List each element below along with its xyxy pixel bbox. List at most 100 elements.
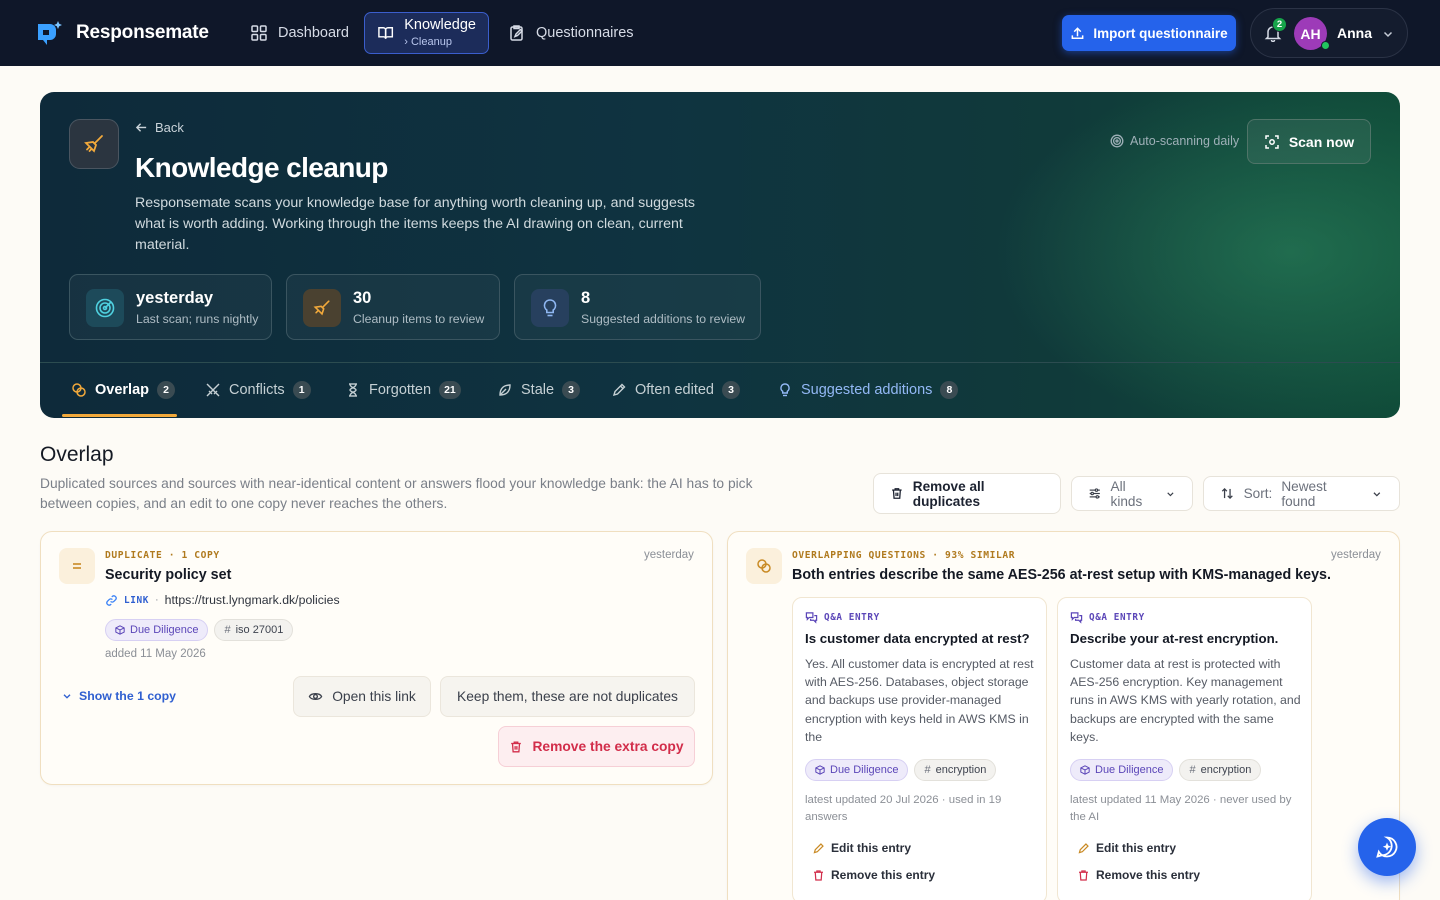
back-link[interactable]: Back	[135, 120, 184, 135]
sort-select[interactable]: Sort: Newest found	[1203, 476, 1400, 511]
source-url[interactable]: https://trust.lyngmark.dk/policies	[165, 593, 340, 607]
tab-often-edited[interactable]: Often edited 3	[611, 377, 740, 403]
pencil-icon	[1078, 842, 1089, 853]
entry-answer: Customer data at rest is protected with …	[1070, 657, 1301, 744]
active-tab-indicator	[62, 414, 177, 417]
sort-label: Sort:	[1243, 486, 1273, 501]
tab-count: 3	[722, 381, 740, 399]
chevron-down-icon	[1373, 491, 1381, 497]
kinds-filter-select[interactable]: All kinds	[1071, 476, 1193, 511]
edit-entry-button[interactable]: Edit this entry	[812, 841, 911, 855]
tab-overlap[interactable]: Overlap 2	[71, 377, 175, 403]
tab-count: 1	[292, 381, 311, 399]
trash-icon	[814, 869, 823, 881]
nav-questionnaires-label: Questionnaires	[536, 25, 634, 41]
eye-icon	[308, 693, 323, 700]
tab-label: Forgotten	[369, 382, 432, 398]
auto-scan-label: Auto-scanning daily	[1130, 134, 1240, 148]
tab-label: Conflicts	[229, 382, 285, 398]
nav-dashboard[interactable]: Dashboard	[250, 24, 349, 42]
card-kicker: OVERLAPPING QUESTIONS · 93% SIMILAR	[792, 550, 1016, 561]
chat-bubbles-icon	[1070, 612, 1083, 624]
overlap-icon	[746, 548, 782, 584]
entry-meta: latest updated 11 May 2026 · never used …	[1070, 794, 1292, 823]
lightbulb-icon	[531, 289, 569, 327]
source-link-row: LINK · https://trust.lyngmark.dk/policie…	[105, 593, 340, 607]
open-link-button[interactable]: Open this link	[293, 676, 431, 717]
kinds-filter-value: All kinds	[1110, 478, 1143, 509]
brand-name: Responsemate	[76, 22, 209, 43]
radar-icon	[86, 289, 124, 327]
tab-label: Overlap	[95, 382, 149, 398]
scan-now-button[interactable]: Scan now	[1247, 119, 1371, 164]
card-timestamp: yesterday	[644, 549, 694, 561]
section-title: Overlap	[40, 443, 114, 466]
top-navigation: Responsemate Dashboard Knowledge › Clean…	[0, 0, 1440, 66]
entry-answer: Yes. All customer data is encrypted at r…	[805, 657, 1034, 744]
show-copies-toggle[interactable]: Show the 1 copy	[61, 689, 176, 703]
link-separator: ·	[154, 594, 159, 606]
trash-icon	[892, 488, 902, 499]
chat-assistant-button[interactable]	[1358, 818, 1416, 876]
entry-meta: latest updated 20 Jul 2026 · used in 19 …	[805, 794, 1002, 823]
chat-bubbles-icon	[805, 612, 818, 624]
entry-chips: Due Diligence # encryption	[805, 759, 997, 781]
equals-icon	[59, 548, 95, 584]
overlap-icon	[72, 383, 86, 397]
book-open-icon	[378, 27, 394, 39]
hourglass-icon	[349, 383, 357, 397]
broom-icon	[303, 289, 341, 327]
tab-label: Suggested additions	[801, 382, 933, 398]
tab-label: Often edited	[635, 382, 714, 398]
remove-all-duplicates-button[interactable]: Remove all duplicates	[873, 473, 1061, 514]
tab-count: 3	[562, 381, 581, 399]
online-status-dot	[1321, 41, 1330, 50]
back-label: Back	[155, 120, 184, 135]
leaf-icon	[499, 384, 511, 396]
import-questionnaire-label: Import questionnaire	[1093, 25, 1228, 41]
upload-icon	[1071, 26, 1084, 39]
qa-entry: Q&A ENTRY Is customer data encrypted at …	[792, 597, 1047, 900]
trash-icon	[511, 741, 522, 752]
tab-suggested-additions[interactable]: Suggested additions 8	[777, 377, 959, 403]
tab-count: 8	[940, 381, 959, 399]
grid-icon	[251, 25, 267, 41]
swords-icon	[206, 383, 220, 397]
remove-entry-button[interactable]: Remove this entry	[812, 868, 935, 882]
tag-chip: # encryption	[1179, 759, 1262, 781]
entry-question: Describe your at-rest encryption.	[1070, 631, 1279, 646]
edit-entry-button[interactable]: Edit this entry	[1077, 841, 1176, 855]
link-icon	[106, 594, 117, 606]
tab-forgotten[interactable]: Forgotten 21	[345, 377, 461, 403]
tab-conflicts[interactable]: Conflicts 1	[205, 377, 311, 403]
hash-icon: #	[924, 764, 931, 776]
stat-label: Cleanup items to review	[353, 312, 485, 326]
remove-entry-button[interactable]: Remove this entry	[1077, 868, 1200, 882]
arrow-left-icon	[135, 123, 147, 132]
trash-icon	[1079, 869, 1088, 881]
chat-sparkle-icon	[1376, 836, 1398, 858]
sort-value: Newest found	[1281, 478, 1327, 509]
added-date: added 11 May 2026	[105, 648, 206, 660]
category-chip: Due Diligence	[805, 759, 909, 781]
brand[interactable]: Responsemate	[34, 18, 209, 48]
tab-stale[interactable]: Stale 3	[497, 377, 581, 403]
remove-all-duplicates-label: Remove all duplicates	[912, 478, 985, 509]
nav-knowledge[interactable]: Knowledge › Cleanup	[364, 12, 489, 54]
nav-dashboard-label: Dashboard	[278, 25, 349, 41]
stat-label: Suggested additions to review	[581, 312, 746, 326]
nav-questionnaires[interactable]: Questionnaires	[508, 24, 634, 42]
chevron-down-icon	[63, 694, 71, 699]
import-questionnaire-button[interactable]: Import questionnaire	[1062, 15, 1236, 51]
notification-count-badge: 2	[1272, 17, 1287, 32]
keep-not-duplicates-button[interactable]: Keep them, these are not duplicates	[440, 676, 695, 717]
pencil-icon	[612, 383, 626, 397]
page-description: Responsemate scans your knowledge base f…	[135, 195, 695, 253]
pencil-icon	[813, 842, 824, 853]
remove-extra-copy-button[interactable]: Remove the extra copy	[498, 726, 695, 767]
lightbulb-icon	[780, 383, 790, 397]
user-menu[interactable]: 2 AH Anna	[1250, 8, 1408, 58]
nav-knowledge-label: Knowledge	[404, 16, 476, 33]
entry-question: Is customer data encrypted at rest?	[805, 631, 1030, 646]
stat-value: yesterday	[136, 289, 214, 307]
